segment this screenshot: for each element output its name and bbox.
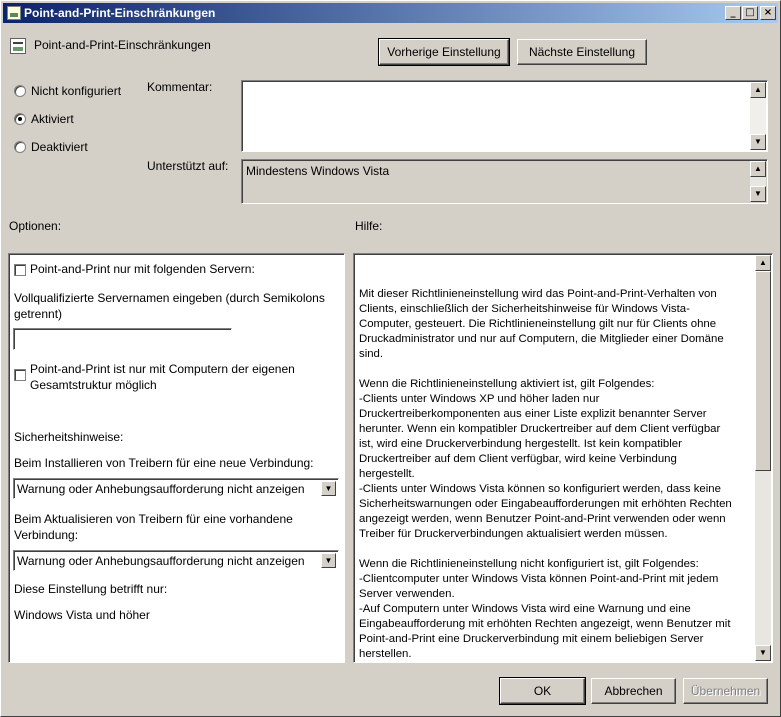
comment-textarea[interactable]: ▲ ▼	[241, 80, 768, 152]
apply-button[interactable]: Übernehmen	[683, 678, 768, 704]
window-title: Point-and-Print-Einschränkungen	[24, 6, 216, 20]
title-bar[interactable]: Point-and-Print-Einschränkungen _ □ ×	[3, 3, 778, 23]
help-scrollbar[interactable]: ▲ ▼	[755, 255, 771, 661]
install-dropdown-value: Warnung oder Anhebungsaufforderung nicht…	[17, 482, 305, 496]
comment-label: Kommentar:	[147, 80, 213, 94]
forest-checkbox-label[interactable]: Point-and-Print ist nur mit Computern de…	[30, 361, 320, 393]
help-text: Mit dieser Richtlinieneinstellung wird d…	[359, 288, 732, 660]
chevron-down-icon[interactable]: ▼	[321, 481, 336, 496]
policy-name: Point-and-Print-Einschränkungen	[34, 38, 211, 52]
next-setting-button[interactable]: Nächste Einstellung	[517, 39, 647, 65]
scroll-down-icon[interactable]: ▼	[750, 134, 766, 150]
update-label: Beim Aktualisieren von Treibern für eine…	[14, 512, 293, 542]
install-dropdown[interactable]: Warnung oder Anhebungsaufforderung nicht…	[13, 478, 339, 499]
scroll-up-icon[interactable]: ▲	[750, 161, 766, 177]
update-dropdown[interactable]: Warnung oder Anhebungsaufforderung nicht…	[13, 550, 339, 571]
help-panel[interactable]: Mit dieser Richtlinieneinstellung wird d…	[353, 253, 773, 663]
ok-button[interactable]: OK	[499, 677, 586, 705]
cancel-button[interactable]: Abbrechen	[591, 678, 676, 704]
chevron-down-icon[interactable]: ▼	[321, 553, 336, 568]
radio-label[interactable]: Nicht konfiguriert	[31, 84, 121, 98]
security-heading: Sicherheitshinweise:	[14, 430, 124, 444]
server-prompt: Vollqualifizierte Servernamen eingeben (…	[14, 291, 325, 321]
policy-icon	[7, 6, 21, 20]
radio-circle[interactable]	[14, 141, 26, 153]
server-names-input[interactable]	[13, 328, 232, 350]
supported-value: Mindestens Windows Vista	[246, 164, 390, 178]
scroll-up-icon[interactable]: ▲	[755, 255, 771, 271]
dialog-window: Point-and-Print-Einschränkungen _ □ × Po…	[0, 0, 781, 717]
minimize-button[interactable]: _	[725, 6, 741, 20]
servers-checkbox[interactable]	[14, 264, 26, 276]
options-heading: Optionen:	[9, 219, 62, 233]
servers-checkbox-label[interactable]: Point-and-Print nur mit folgenden Server…	[30, 262, 255, 276]
radio-circle[interactable]	[14, 113, 26, 125]
install-label: Beim Installieren von Treibern für eine …	[14, 456, 314, 470]
radio-label[interactable]: Aktiviert	[31, 112, 74, 126]
policy-setting-icon	[10, 38, 26, 54]
close-button[interactable]: ×	[760, 6, 776, 20]
scroll-thumb[interactable]	[755, 271, 771, 471]
options-panel: Point-and-Print nur mit folgenden Server…	[8, 253, 345, 663]
applies-value: Windows Vista und höher	[14, 608, 150, 622]
radio-circle[interactable]	[14, 85, 26, 97]
previous-setting-button[interactable]: Vorherige Einstellung	[378, 38, 510, 66]
scroll-down-icon[interactable]: ▼	[755, 645, 771, 661]
applies-label: Diese Einstellung betrifft nur:	[14, 582, 168, 596]
supported-scrollbar[interactable]: ▲ ▼	[750, 161, 766, 202]
scroll-up-icon[interactable]: ▲	[750, 82, 766, 98]
supported-field: Mindestens Windows Vista ▲ ▼	[241, 159, 768, 204]
comment-scrollbar[interactable]: ▲ ▼	[750, 82, 766, 150]
forest-checkbox[interactable]	[14, 369, 26, 381]
update-dropdown-value: Warnung oder Anhebungsaufforderung nicht…	[17, 554, 305, 568]
maximize-button[interactable]: □	[742, 6, 758, 20]
radio-label[interactable]: Deaktiviert	[31, 140, 88, 154]
help-heading: Hilfe:	[355, 219, 383, 233]
supported-label: Unterstützt auf:	[147, 159, 229, 173]
scroll-down-icon[interactable]: ▼	[750, 186, 766, 202]
